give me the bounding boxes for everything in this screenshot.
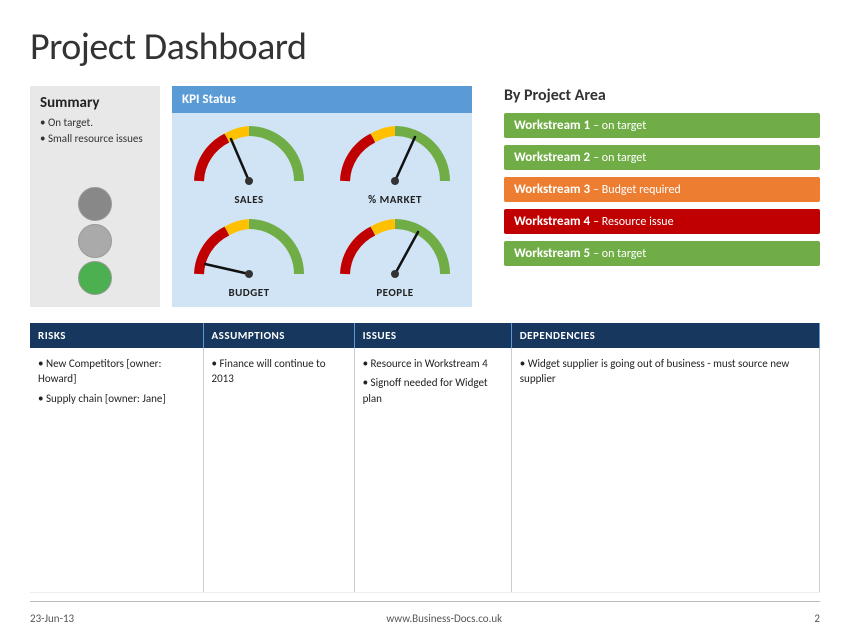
light-red <box>78 187 112 221</box>
footer-divider <box>30 601 820 602</box>
col-header-risks: RISKS <box>30 323 203 348</box>
workstream-2: Workstream 2 – on target <box>504 145 820 170</box>
cell-assumptions: Finance will continue to 2013 <box>203 348 354 593</box>
workstream-4-name: Workstream 4 <box>514 214 590 229</box>
gauge-market: % MARKET <box>326 121 464 206</box>
col-header-dependencies: DEPENDENCIES <box>511 323 819 348</box>
workstream-4: Workstream 4 – Resource issue <box>504 209 820 234</box>
project-area-title: By Project Area <box>504 86 820 105</box>
top-section: Summary On target. Small resource issues… <box>30 86 820 307</box>
workstream-1-status: – on target <box>593 119 646 133</box>
page-title: Project Dashboard <box>30 24 820 70</box>
risks-list: New Competitors [owner: Howard] Supply c… <box>38 356 195 406</box>
assumptions-list: Finance will continue to 2013 <box>212 356 346 387</box>
issues-list: Resource in Workstream 4 Signoff needed … <box>363 356 503 406</box>
workstream-5: Workstream 5 – on target <box>504 241 820 266</box>
gauge-market-svg <box>335 121 455 191</box>
footer: 23-Jun-13 www.Business-Docs.co.uk 2 <box>30 606 820 625</box>
workstream-3-name: Workstream 3 <box>514 182 590 197</box>
cell-dependencies: Widget supplier is going out of business… <box>511 348 819 593</box>
workstream-5-status: – on target <box>593 247 646 261</box>
workstream-1: Workstream 1 – on target <box>504 113 820 138</box>
dependency-1: Widget supplier is going out of business… <box>520 356 811 387</box>
gauge-budget: BUDGET <box>180 214 318 299</box>
kpi-gauges: SALES % MARKET <box>172 113 472 307</box>
gauge-people: PEOPLE <box>326 214 464 299</box>
summary-bullet-1: On target. <box>40 116 150 130</box>
cell-risks: New Competitors [owner: Howard] Supply c… <box>30 348 203 593</box>
light-green <box>78 261 112 295</box>
footer-page-number: 2 <box>814 612 820 625</box>
bottom-table: RISKS ASSUMPTIONS ISSUES DEPENDENCIES Ne… <box>30 323 820 593</box>
workstream-1-name: Workstream 1 <box>514 118 590 133</box>
gauge-market-label: % MARKET <box>368 193 422 206</box>
workstream-3-status: – Budget required <box>593 183 681 197</box>
summary-bullet-2: Small resource issues <box>40 132 150 146</box>
workstream-5-name: Workstream 5 <box>514 246 590 261</box>
workstream-3: Workstream 3 – Budget required <box>504 177 820 202</box>
gauge-sales-label: SALES <box>234 193 263 206</box>
traffic-light <box>40 179 150 299</box>
workstream-2-status: – on target <box>593 151 646 165</box>
workstream-4-status: – Resource issue <box>593 215 673 229</box>
gauge-sales-svg <box>189 121 309 191</box>
gauge-people-svg <box>335 214 455 284</box>
col-header-assumptions: ASSUMPTIONS <box>203 323 354 348</box>
kpi-title: KPI Status <box>172 86 472 113</box>
footer-website: www.Business-Docs.co.uk <box>386 612 502 625</box>
page: Project Dashboard Summary On target. Sma… <box>0 0 850 641</box>
summary-bullets: On target. Small resource issues <box>40 116 150 149</box>
footer-date: 23-Jun-13 <box>30 612 74 625</box>
light-yellow <box>78 224 112 258</box>
gauge-sales: SALES <box>180 121 318 206</box>
col-header-issues: ISSUES <box>354 323 511 348</box>
assumption-1: Finance will continue to 2013 <box>212 356 346 387</box>
gauge-people-label: PEOPLE <box>376 286 413 299</box>
gauge-budget-svg <box>189 214 309 284</box>
risk-1: New Competitors [owner: Howard] <box>38 356 195 387</box>
risk-2: Supply chain [owner: Jane] <box>38 391 195 406</box>
cell-issues: Resource in Workstream 4 Signoff needed … <box>354 348 511 593</box>
issue-1: Resource in Workstream 4 <box>363 356 503 371</box>
workstream-2-name: Workstream 2 <box>514 150 590 165</box>
workstream-list: Workstream 1 – on target Workstream 2 – … <box>504 113 820 266</box>
table-row: New Competitors [owner: Howard] Supply c… <box>30 348 820 593</box>
summary-title: Summary <box>40 94 150 112</box>
kpi-box: KPI Status SALES <box>172 86 472 307</box>
dependencies-list: Widget supplier is going out of business… <box>520 356 811 387</box>
project-area-box: By Project Area Workstream 1 – on target… <box>484 86 820 307</box>
issue-2: Signoff needed for Widget plan <box>363 375 503 406</box>
gauge-budget-label: BUDGET <box>228 286 269 299</box>
summary-box: Summary On target. Small resource issues <box>30 86 160 307</box>
